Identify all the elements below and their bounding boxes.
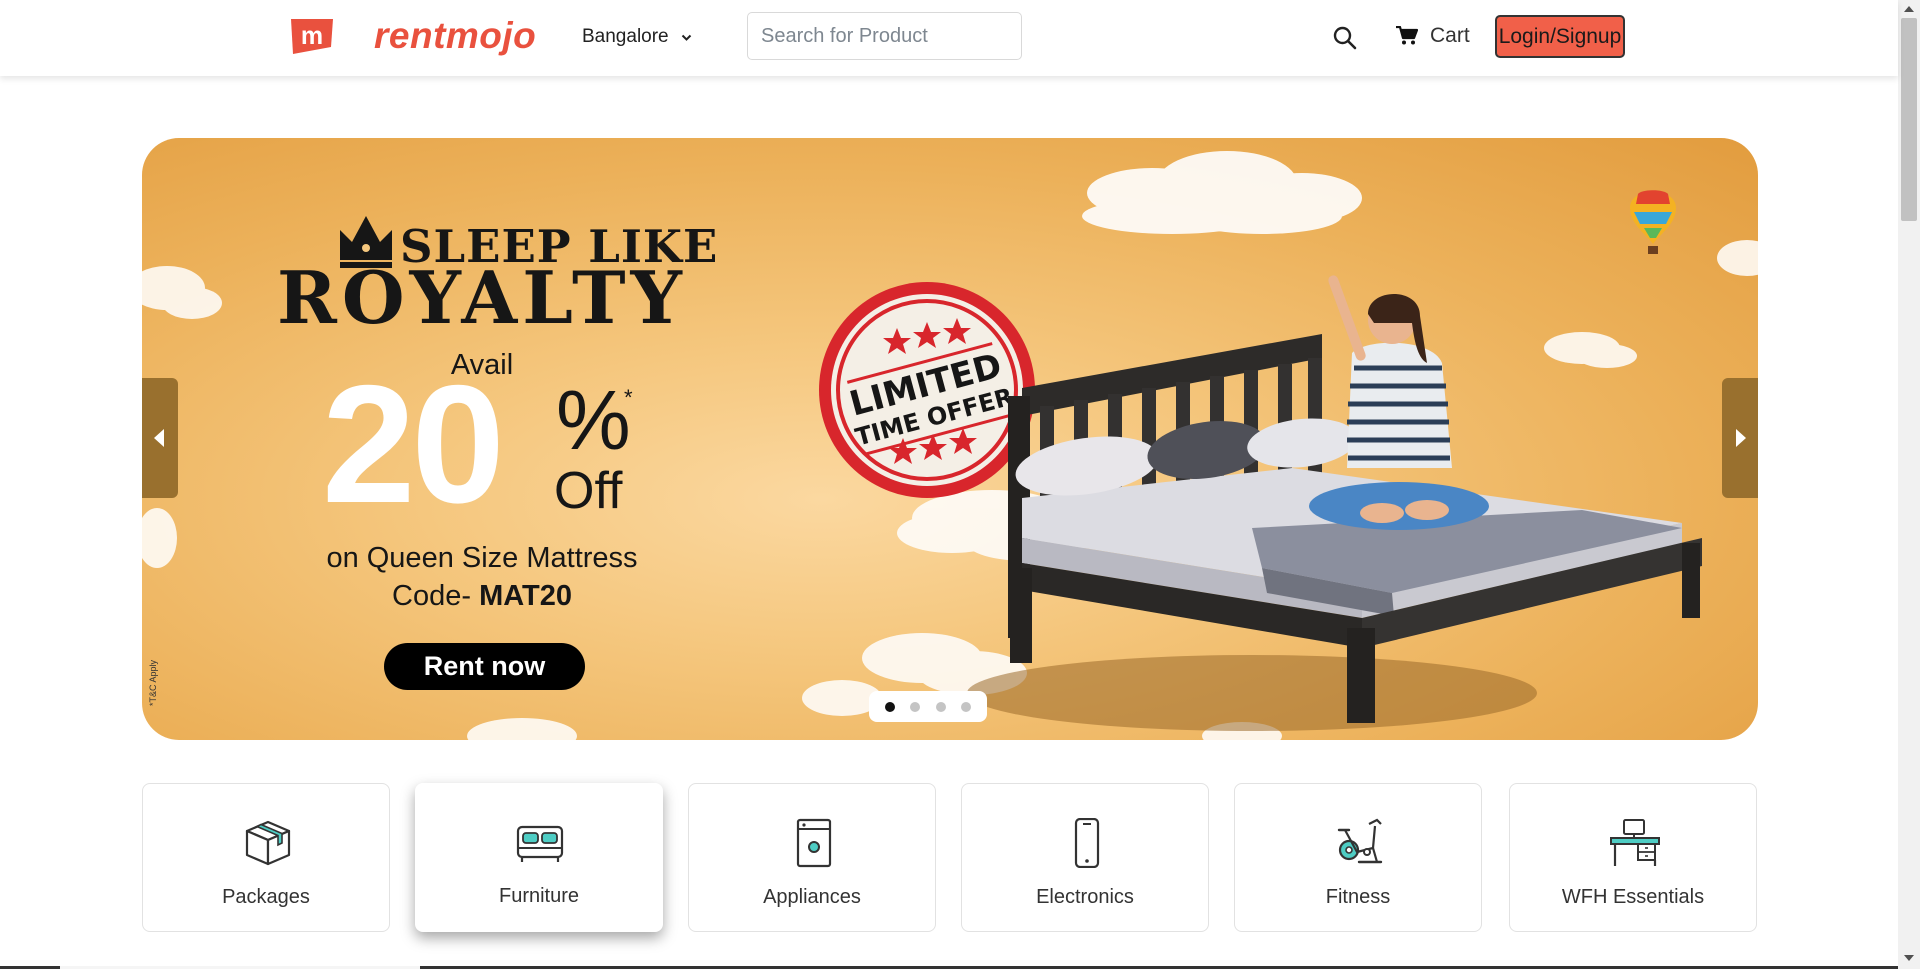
caret-right-icon xyxy=(1736,429,1746,447)
city-label: Bangalore xyxy=(582,26,669,47)
carousel-prev-button[interactable] xyxy=(142,378,178,498)
category-furniture[interactable]: Furniture xyxy=(415,783,663,932)
caret-left-icon xyxy=(154,429,164,447)
discount-number: 20 xyxy=(322,350,505,538)
terms-note: *T&C Apply xyxy=(148,659,158,706)
search-icon[interactable] xyxy=(1332,25,1358,51)
bed-icon xyxy=(516,825,564,862)
logo-icon[interactable]: m xyxy=(287,18,336,55)
code-prefix: Code- xyxy=(392,580,480,612)
category-packages[interactable]: Packages xyxy=(142,783,390,932)
carousel-dot-1[interactable] xyxy=(884,701,895,712)
rent-now-button[interactable]: Rent now xyxy=(384,643,585,690)
brand-name[interactable]: rentmojo xyxy=(374,15,536,57)
scroll-down-icon[interactable] xyxy=(1904,955,1914,961)
banner-headline-bottom: ROYALTY xyxy=(277,255,687,340)
category-label: Fitness xyxy=(1325,886,1391,908)
cart-button[interactable]: Cart xyxy=(1396,24,1470,48)
promo-code: MAT20 xyxy=(479,580,572,612)
hero-banner[interactable]: LIMITED TIME OFFER SLEEP LIKE ROYALTY Av… xyxy=(142,138,1758,740)
category-wfh-essentials[interactable]: WFH Essentials xyxy=(1509,783,1757,932)
asterisk: * xyxy=(624,385,633,410)
logo-letter: m xyxy=(301,22,323,50)
carousel-dot-2[interactable] xyxy=(910,701,921,712)
login-signup-button[interactable]: Login/Signup xyxy=(1495,15,1625,58)
category-label: Appliances xyxy=(763,886,861,908)
cart-icon xyxy=(1396,26,1418,45)
category-fitness[interactable]: Fitness xyxy=(1234,783,1482,932)
category-appliances[interactable]: Appliances xyxy=(688,783,936,932)
page-scrollbar[interactable] xyxy=(1898,0,1920,969)
site-header: m rentmojo Bangalore Cart Login/Signup xyxy=(0,0,1898,76)
washing-machine-icon xyxy=(796,818,832,868)
product-line: on Queen Size Mattress xyxy=(326,542,638,574)
city-selector[interactable]: Bangalore xyxy=(582,26,692,48)
box-icon xyxy=(245,820,291,866)
scroll-thumb[interactable] xyxy=(1901,18,1917,221)
cart-label: Cart xyxy=(1430,24,1470,47)
category-label: WFH Essentials xyxy=(1561,886,1705,908)
percent-sign: % xyxy=(556,373,631,467)
discount-off: Off xyxy=(554,462,623,520)
carousel-dot-3[interactable] xyxy=(935,701,946,712)
exercise-bike-icon xyxy=(1337,818,1383,864)
category-electronics[interactable]: Electronics xyxy=(961,783,1209,932)
search-input[interactable] xyxy=(747,12,1022,60)
carousel-dot-4[interactable] xyxy=(961,701,972,712)
promo-code-line: Code- MAT20 xyxy=(142,580,822,613)
category-label: Packages xyxy=(222,886,310,908)
scroll-up-icon[interactable] xyxy=(1904,6,1914,12)
chevron-down-icon xyxy=(681,34,691,41)
phone-icon xyxy=(1074,818,1100,868)
carousel-dots xyxy=(869,691,987,722)
category-label: Furniture xyxy=(498,885,580,907)
desk-icon xyxy=(1610,819,1660,866)
category-label: Electronics xyxy=(1036,886,1134,908)
carousel-next-button[interactable] xyxy=(1722,378,1758,498)
category-row: Packages Furniture Appliances Electronic… xyxy=(142,783,1758,933)
